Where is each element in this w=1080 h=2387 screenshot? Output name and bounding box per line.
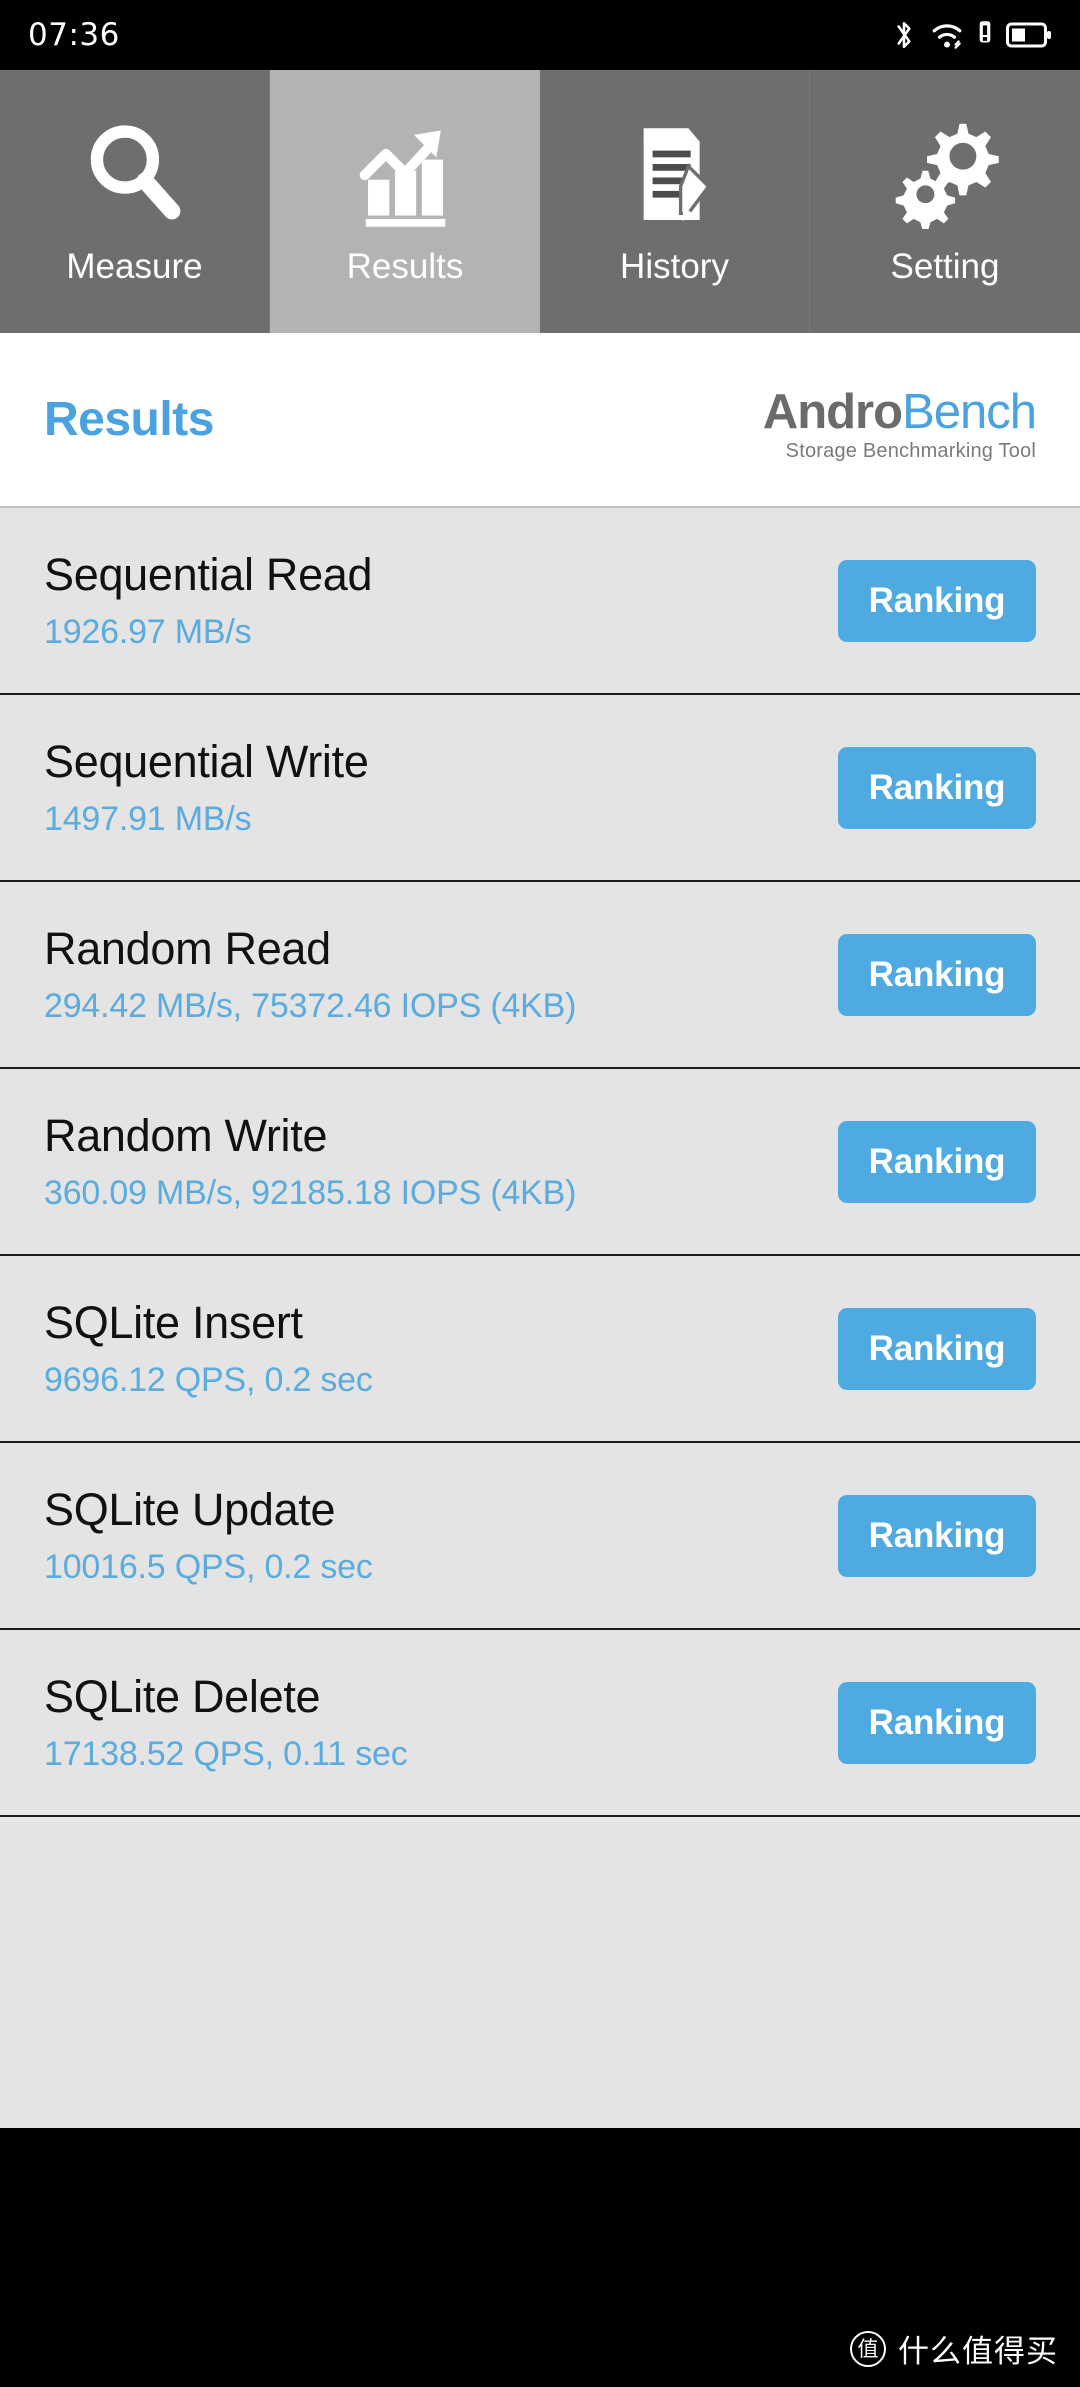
watermark: 值 什么值得买: [850, 2326, 1058, 2371]
signal-alert-icon: [977, 18, 993, 52]
result-title: Sequential Write: [44, 735, 369, 787]
result-title: SQLite Insert: [44, 1296, 303, 1348]
logo-bench: Bench: [902, 385, 1037, 439]
tab-history-label: History: [620, 246, 729, 286]
ranking-button[interactable]: Ranking: [838, 933, 1036, 1016]
status-icon-group: [891, 18, 1052, 52]
page-title: Results: [44, 393, 214, 446]
androbench-logo: AndroBench Storage Benchmarking Tool: [735, 376, 1037, 464]
results-list: Sequential Read 1926.97 MB/s Ranking Seq…: [0, 508, 1080, 2128]
result-title: Random Read: [44, 922, 331, 974]
gears-icon: [889, 117, 1001, 229]
main-tab-bar: Measure Results History Setting: [0, 70, 1080, 333]
status-bar: 07:36: [0, 0, 1080, 70]
ranking-button[interactable]: Ranking: [838, 1494, 1036, 1577]
logo-text: AndroBench Storage Benchmarking Tool: [762, 385, 1037, 463]
ranking-button[interactable]: Ranking: [838, 746, 1036, 829]
result-value: 360.09 MB/s, 92185.18 IOPS (4KB): [44, 1173, 577, 1212]
ranking-button[interactable]: Ranking: [838, 559, 1036, 642]
table-row[interactable]: Sequential Write 1497.91 MB/s Ranking: [0, 695, 1080, 882]
bottom-black-area: 值 什么值得买: [0, 2128, 1080, 2387]
tab-setting-label: Setting: [890, 246, 1000, 286]
tab-measure[interactable]: Measure: [0, 70, 270, 333]
result-value: 294.42 MB/s, 75372.46 IOPS (4KB): [44, 986, 577, 1025]
result-value: 1926.97 MB/s: [44, 612, 252, 651]
tab-results-label: Results: [346, 246, 464, 286]
row-text-group: SQLite Delete 17138.52 QPS, 0.11 sec: [44, 1670, 408, 1774]
bar-chart-arrow-icon: [349, 117, 461, 229]
table-row[interactable]: Random Write 360.09 MB/s, 92185.18 IOPS …: [0, 1069, 1080, 1256]
battery-icon: [1006, 20, 1052, 50]
magnifier-icon: [79, 117, 191, 229]
logo-subtitle: Storage Benchmarking Tool: [785, 440, 1036, 462]
tab-history[interactable]: History: [540, 70, 810, 333]
row-text-group: SQLite Update 10016.5 QPS, 0.2 sec: [44, 1483, 373, 1587]
status-clock: 07:36: [28, 17, 120, 53]
result-title: SQLite Delete: [44, 1670, 321, 1722]
watermark-text: 什么值得买: [898, 2334, 1058, 2370]
smzdm-logo-icon: 值: [850, 2330, 886, 2367]
result-title: SQLite Update: [44, 1483, 336, 1535]
row-text-group: Sequential Write 1497.91 MB/s: [44, 735, 369, 839]
result-value: 10016.5 QPS, 0.2 sec: [44, 1547, 373, 1586]
table-row[interactable]: Sequential Read 1926.97 MB/s Ranking: [0, 508, 1080, 695]
table-row[interactable]: SQLite Insert 9696.12 QPS, 0.2 sec Ranki…: [0, 1256, 1080, 1443]
document-pencil-icon: [619, 117, 731, 229]
ranking-button[interactable]: Ranking: [838, 1307, 1036, 1390]
logo-bar-icon: [735, 390, 753, 464]
table-row[interactable]: SQLite Delete 17138.52 QPS, 0.11 sec Ran…: [0, 1630, 1080, 1817]
row-text-group: SQLite Insert 9696.12 QPS, 0.2 sec: [44, 1296, 373, 1400]
result-title: Random Write: [44, 1109, 328, 1161]
tab-results[interactable]: Results: [270, 70, 540, 333]
result-value: 17138.52 QPS, 0.11 sec: [44, 1734, 408, 1773]
result-title: Sequential Read: [44, 548, 373, 600]
result-value: 1497.91 MB/s: [44, 799, 252, 838]
row-text-group: Sequential Read 1926.97 MB/s: [44, 548, 373, 652]
result-value: 9696.12 QPS, 0.2 sec: [44, 1360, 373, 1399]
bluetooth-icon: [891, 18, 917, 52]
logo-wordmark: AndroBench: [762, 385, 1037, 439]
tab-measure-label: Measure: [66, 246, 203, 286]
logo-andro: Andro: [762, 385, 903, 439]
row-text-group: Random Read 294.42 MB/s, 75372.46 IOPS (…: [44, 922, 577, 1026]
row-text-group: Random Write 360.09 MB/s, 92185.18 IOPS …: [44, 1109, 577, 1213]
tab-setting[interactable]: Setting: [810, 70, 1080, 333]
table-row[interactable]: SQLite Update 10016.5 QPS, 0.2 sec Ranki…: [0, 1443, 1080, 1630]
page-header: Results AndroBench Storage Benchmarking …: [0, 333, 1080, 508]
table-row[interactable]: Random Read 294.42 MB/s, 75372.46 IOPS (…: [0, 882, 1080, 1069]
ranking-button[interactable]: Ranking: [838, 1120, 1036, 1203]
ranking-button[interactable]: Ranking: [838, 1681, 1036, 1764]
wifi-icon: [930, 18, 964, 52]
app-screen: 07:36 Measure Results History Setting Re…: [0, 0, 1080, 2387]
